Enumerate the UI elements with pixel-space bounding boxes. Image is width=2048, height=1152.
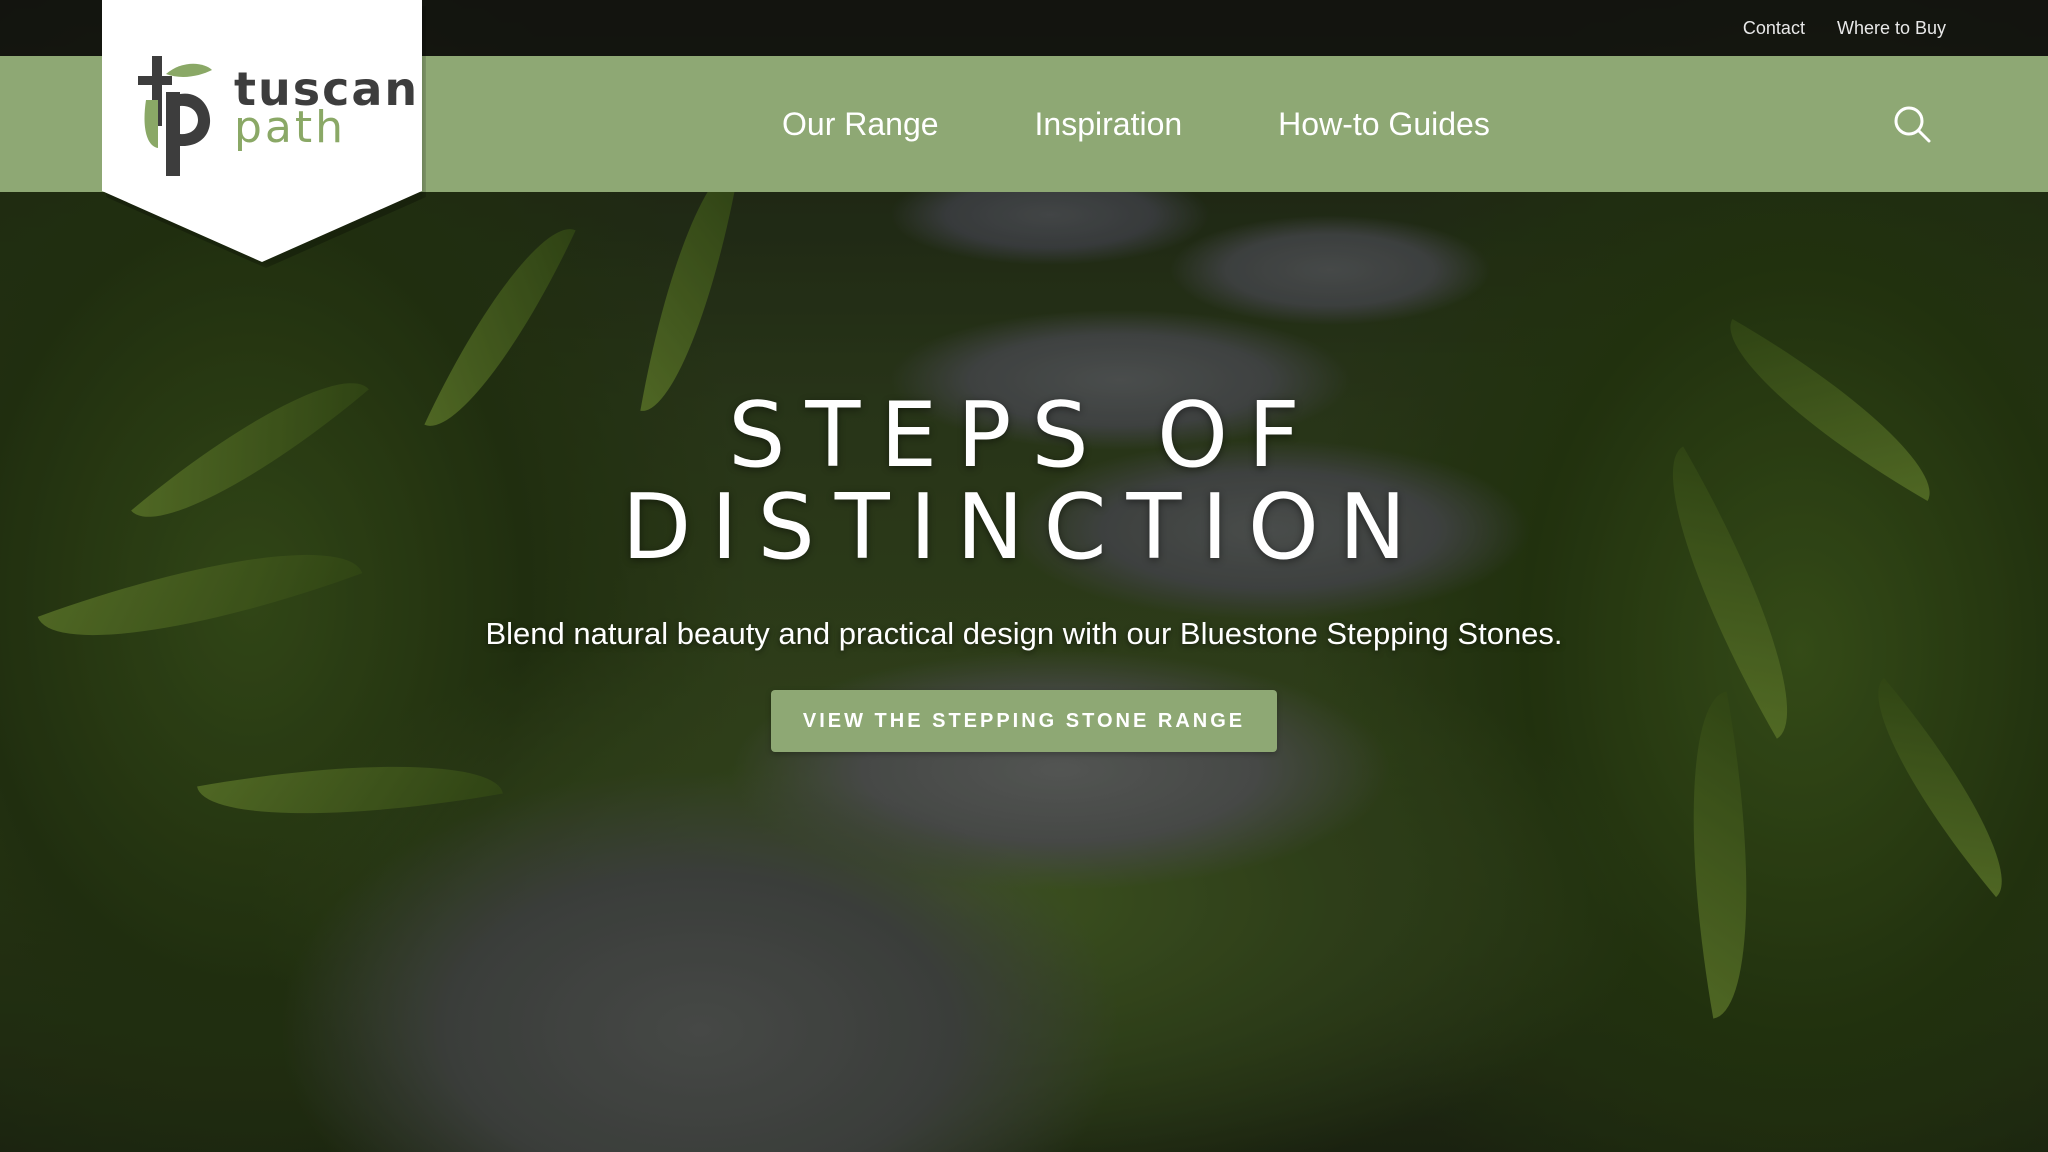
where-to-buy-link[interactable]: Where to Buy: [1837, 18, 1946, 39]
hero-section: STEPS OF DISTINCTION Blend natural beaut…: [0, 390, 2048, 752]
search-button[interactable]: [1892, 104, 1932, 144]
utility-links: Contact Where to Buy: [1743, 0, 1946, 56]
logo-mark-icon: [138, 56, 212, 176]
nav-item-our-range[interactable]: Our Range: [782, 106, 939, 143]
nav-item-inspiration[interactable]: Inspiration: [1035, 106, 1183, 143]
search-icon: [1894, 106, 1931, 143]
nav-menu: Our Range Inspiration How-to Guides: [782, 56, 1490, 192]
hero-title-line-2: DISTINCTION: [621, 475, 1427, 580]
logo-wordmark-path: path: [234, 102, 347, 153]
hero-subtitle: Blend natural beauty and practical desig…: [485, 616, 1563, 651]
contact-link[interactable]: Contact: [1743, 18, 1805, 39]
nav-item-how-to-guides[interactable]: How-to Guides: [1278, 106, 1490, 143]
hero-title-line-1: STEPS OF: [728, 383, 1320, 488]
view-range-button[interactable]: VIEW THE STEPPING STONE RANGE: [771, 690, 1277, 752]
